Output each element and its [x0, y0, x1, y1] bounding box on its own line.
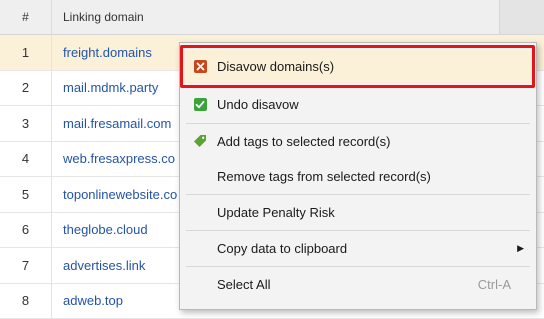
- menu-item-label: Undo disavow: [217, 97, 299, 112]
- row-number: 6: [0, 213, 52, 248]
- menu-item-label: Disavow domains(s): [217, 59, 334, 74]
- menu-item-label: Add tags to selected record(s): [217, 134, 390, 149]
- menu-item-label: Remove tags from selected record(s): [217, 169, 431, 184]
- menu-item-label: Update Penalty Risk: [217, 205, 335, 220]
- tag-icon: [193, 134, 207, 148]
- domain-link[interactable]: freight.domains: [52, 35, 152, 70]
- menu-item-disavow-domains[interactable]: Disavow domains(s): [180, 49, 536, 83]
- row-number: 4: [0, 142, 52, 177]
- domain-link[interactable]: mail.fresamail.com: [52, 106, 171, 141]
- menu-item-add-tags[interactable]: Add tags to selected record(s): [180, 124, 536, 158]
- column-header-linking-domain[interactable]: Linking domain: [52, 0, 500, 34]
- menu-item-update-penalty-risk[interactable]: Update Penalty Risk: [180, 195, 536, 229]
- row-number: 5: [0, 177, 52, 212]
- domain-link[interactable]: advertises.link: [52, 248, 145, 283]
- check-icon: [193, 97, 207, 111]
- submenu-arrow-icon: ▶: [517, 243, 524, 254]
- menu-item-select-all[interactable]: Select All Ctrl-A: [180, 267, 536, 301]
- domain-link[interactable]: adweb.top: [52, 284, 123, 319]
- menu-item-remove-tags[interactable]: Remove tags from selected record(s): [180, 159, 536, 193]
- row-number: 2: [0, 71, 52, 106]
- row-number: 1: [0, 35, 52, 70]
- domain-link[interactable]: web.fresaxpress.co: [52, 142, 175, 177]
- context-menu: Disavow domains(s) Undo disavow Add tags…: [179, 42, 537, 310]
- disavow-icon: [193, 59, 207, 73]
- column-header-extra[interactable]: [500, 0, 544, 34]
- column-header-number[interactable]: #: [0, 0, 52, 34]
- keyboard-shortcut: Ctrl-A: [478, 277, 511, 292]
- menu-item-undo-disavow[interactable]: Undo disavow: [180, 87, 536, 121]
- row-number: 7: [0, 248, 52, 283]
- row-number: 3: [0, 106, 52, 141]
- domain-link[interactable]: mail.mdmk.party: [52, 71, 158, 106]
- table-header: # Linking domain: [0, 0, 544, 35]
- menu-item-label: Copy data to clipboard: [217, 241, 347, 256]
- row-number: 8: [0, 284, 52, 319]
- menu-item-label: Select All: [217, 277, 270, 292]
- domain-link[interactable]: theglobe.cloud: [52, 213, 148, 248]
- domain-link[interactable]: toponlinewebsite.co: [52, 177, 177, 212]
- menu-item-copy-to-clipboard[interactable]: Copy data to clipboard ▶: [180, 231, 536, 265]
